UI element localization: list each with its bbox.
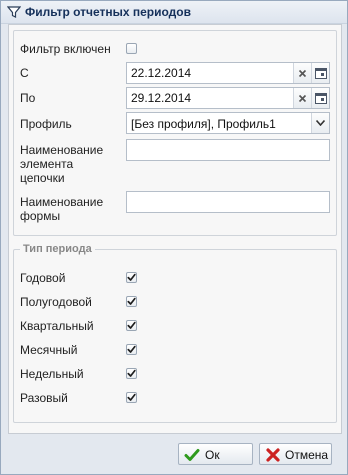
period-type-label: Месячный [20,343,78,357]
ok-button-label: Ок [205,448,220,462]
dialog-body: Фильтр включен С По Профиль [Без профиля… [8,24,342,434]
filter-funnel-icon [7,6,21,18]
form-name-input[interactable] [127,192,329,212]
filter-dialog: Фильтр отчетных периодов Фильтр включен … [0,0,348,475]
period-type-label: Разовый [20,391,68,405]
clear-icon [298,69,307,77]
checkmark-icon [127,321,136,329]
date-from-field[interactable] [126,62,330,84]
period-type-checkbox[interactable] [126,344,137,355]
form-name-label-line2: формы [20,209,61,223]
ok-button[interactable]: Ок [178,443,253,465]
date-from-label: С [20,66,29,80]
checkmark-icon [127,369,136,377]
clear-icon [298,94,307,102]
chain-element-label: Наименование элемента цепочки [20,143,103,185]
calendar-trigger[interactable] [311,88,329,108]
profile-select[interactable]: [Без профиля], Профиль1 [126,112,330,134]
checkmark-icon [127,297,136,305]
checkmark-icon [184,449,200,461]
date-to-input[interactable] [127,88,295,108]
period-type-checkbox[interactable] [126,392,137,403]
calendar-icon [314,93,327,104]
profile-dropdown-trigger[interactable] [311,113,329,133]
chevron-down-icon [316,120,325,126]
form-name-label: Наименование формы [20,195,103,223]
period-type-label: Квартальный [20,319,94,333]
cancel-button-label: Отмена [285,448,329,462]
cancel-x-icon [266,448,280,462]
profile-label: Профиль [20,117,72,131]
period-type-label: Полугодовой [20,295,92,309]
period-type-checkbox[interactable] [126,296,137,307]
period-type-checkbox[interactable] [126,320,137,331]
title-bar[interactable]: Фильтр отчетных периодов [1,1,347,24]
period-type-checkbox[interactable] [126,368,137,379]
clear-trigger[interactable] [293,63,311,83]
cancel-button[interactable]: Отмена [259,443,332,465]
period-type-checkbox[interactable] [126,272,137,283]
clear-trigger[interactable] [293,88,311,108]
period-type-label: Недельный [20,367,84,381]
chain-element-label-line2: элемента [20,157,74,171]
calendar-trigger[interactable] [311,63,329,83]
date-from-input[interactable] [127,63,295,83]
checkmark-icon [127,273,136,281]
date-to-label: По [20,91,36,105]
chain-element-label-line1: Наименование [20,143,104,157]
checkmark-icon [127,393,136,401]
profile-value: [Без профиля], Профиль1 [131,117,276,131]
period-type-legend: Тип периода [23,243,92,255]
chain-element-input[interactable] [127,140,329,160]
date-to-field[interactable] [126,87,330,109]
period-type-label: Годовой [20,271,66,285]
checkmark-icon [127,345,136,353]
calendar-icon [314,68,327,79]
chain-element-label-line3: цепочки [20,171,65,185]
form-name-label-line1: Наименование [20,195,104,209]
chain-element-field[interactable] [126,139,330,161]
dialog-title: Фильтр отчетных периодов [25,5,192,19]
filter-enabled-checkbox[interactable] [126,43,137,54]
form-name-field[interactable] [126,191,330,213]
filter-enabled-label: Фильтр включен [20,42,111,56]
